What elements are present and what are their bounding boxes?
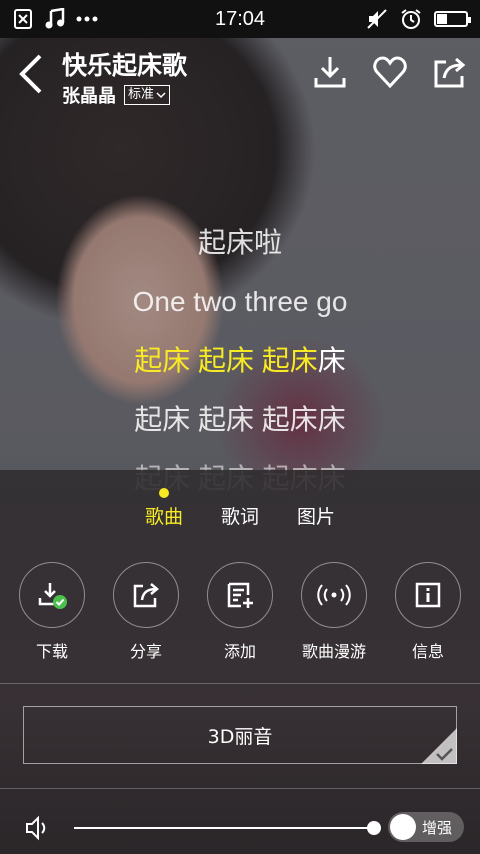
share-icon [133,583,159,608]
alarm-icon [400,8,422,30]
action-label: 下载 [35,642,68,661]
toggle-knob [390,814,416,840]
divider [0,683,480,684]
roaming-icon [317,584,351,606]
lyric-line-current: 起床 起床 起床床 [0,338,480,397]
battery-icon [434,11,471,27]
active-tab-dot [158,488,169,498]
tab-label: 歌词 [220,506,259,528]
tab-label: 图片 [297,506,336,528]
download-circle [19,562,85,628]
action-label: 添加 [223,642,256,661]
lyric-line: One two three go [132,286,348,317]
roaming-button[interactable]: 歌曲漫游 [300,562,368,662]
boost-toggle[interactable]: 增强 [388,812,464,842]
quality-selector[interactable]: 标准 [124,85,171,105]
tab-label: 歌曲 [144,506,183,528]
tab-lyrics[interactable]: 歌词 [221,502,259,529]
lyric-line: 起床 起床 起床床 [134,404,346,435]
action-row: 下载 分享 添加 歌曲漫游 信息 [0,562,480,662]
volume-fill [74,827,374,829]
lyric-unsung-part: 床 [317,345,346,376]
artist-name[interactable]: 张晶晶 [62,82,116,108]
status-time: 17:04 [214,7,266,30]
add-circle [207,562,273,628]
info-button[interactable]: 信息 [394,562,462,662]
notification-close-icon [12,8,34,30]
corner-check-icon [421,728,457,764]
chevron-down-icon [156,92,166,99]
action-label: 分享 [129,642,162,661]
add-button[interactable]: 添加 [206,562,274,662]
volume-row: 增强 [0,808,480,848]
volume-slider[interactable] [74,821,381,835]
mute-icon [366,8,388,30]
sound-effect-button[interactable]: 3D丽音 [23,706,457,764]
tab-pictures[interactable]: 图片 [297,502,335,529]
volume-knob[interactable] [367,821,381,835]
download-check-icon [38,583,67,609]
song-options-panel: 歌曲 歌词 图片 下载 分享 添加 歌曲漫游 信息 3D丽音 增强 [0,470,480,854]
panel-tabs: 歌曲 歌词 图片 [0,488,480,529]
chevron-left-icon [19,54,42,94]
sound-effect-label: 3D丽音 [207,725,273,748]
divider [0,788,480,789]
share-button[interactable]: 分享 [112,562,180,662]
music-note-icon [44,8,66,30]
lyric-sung-part: 起床 起床 起床 [134,345,318,376]
action-label: 信息 [411,642,444,661]
share-circle [113,562,179,628]
share-icon[interactable] [432,54,468,90]
volume-icon [26,815,46,841]
status-bar: 17:04 [0,0,480,38]
more-dots-icon [76,8,98,30]
roaming-circle [301,562,367,628]
info-icon [415,582,441,608]
lyric-line: 起床啦 [197,227,282,258]
boost-label: 增强 [422,818,453,837]
back-button[interactable] [14,52,54,96]
heart-icon[interactable] [372,54,408,90]
download-button[interactable]: 下载 [18,562,86,662]
player-header: 快乐起床歌 张晶晶 标准 [0,38,480,110]
song-title: 快乐起床歌 [62,51,188,80]
tab-song[interactable]: 歌曲 [144,488,183,529]
quality-label: 标准 [128,87,155,102]
add-playlist-icon [227,582,253,608]
info-circle [395,562,461,628]
action-label: 歌曲漫游 [301,642,366,661]
download-icon[interactable] [312,54,348,90]
